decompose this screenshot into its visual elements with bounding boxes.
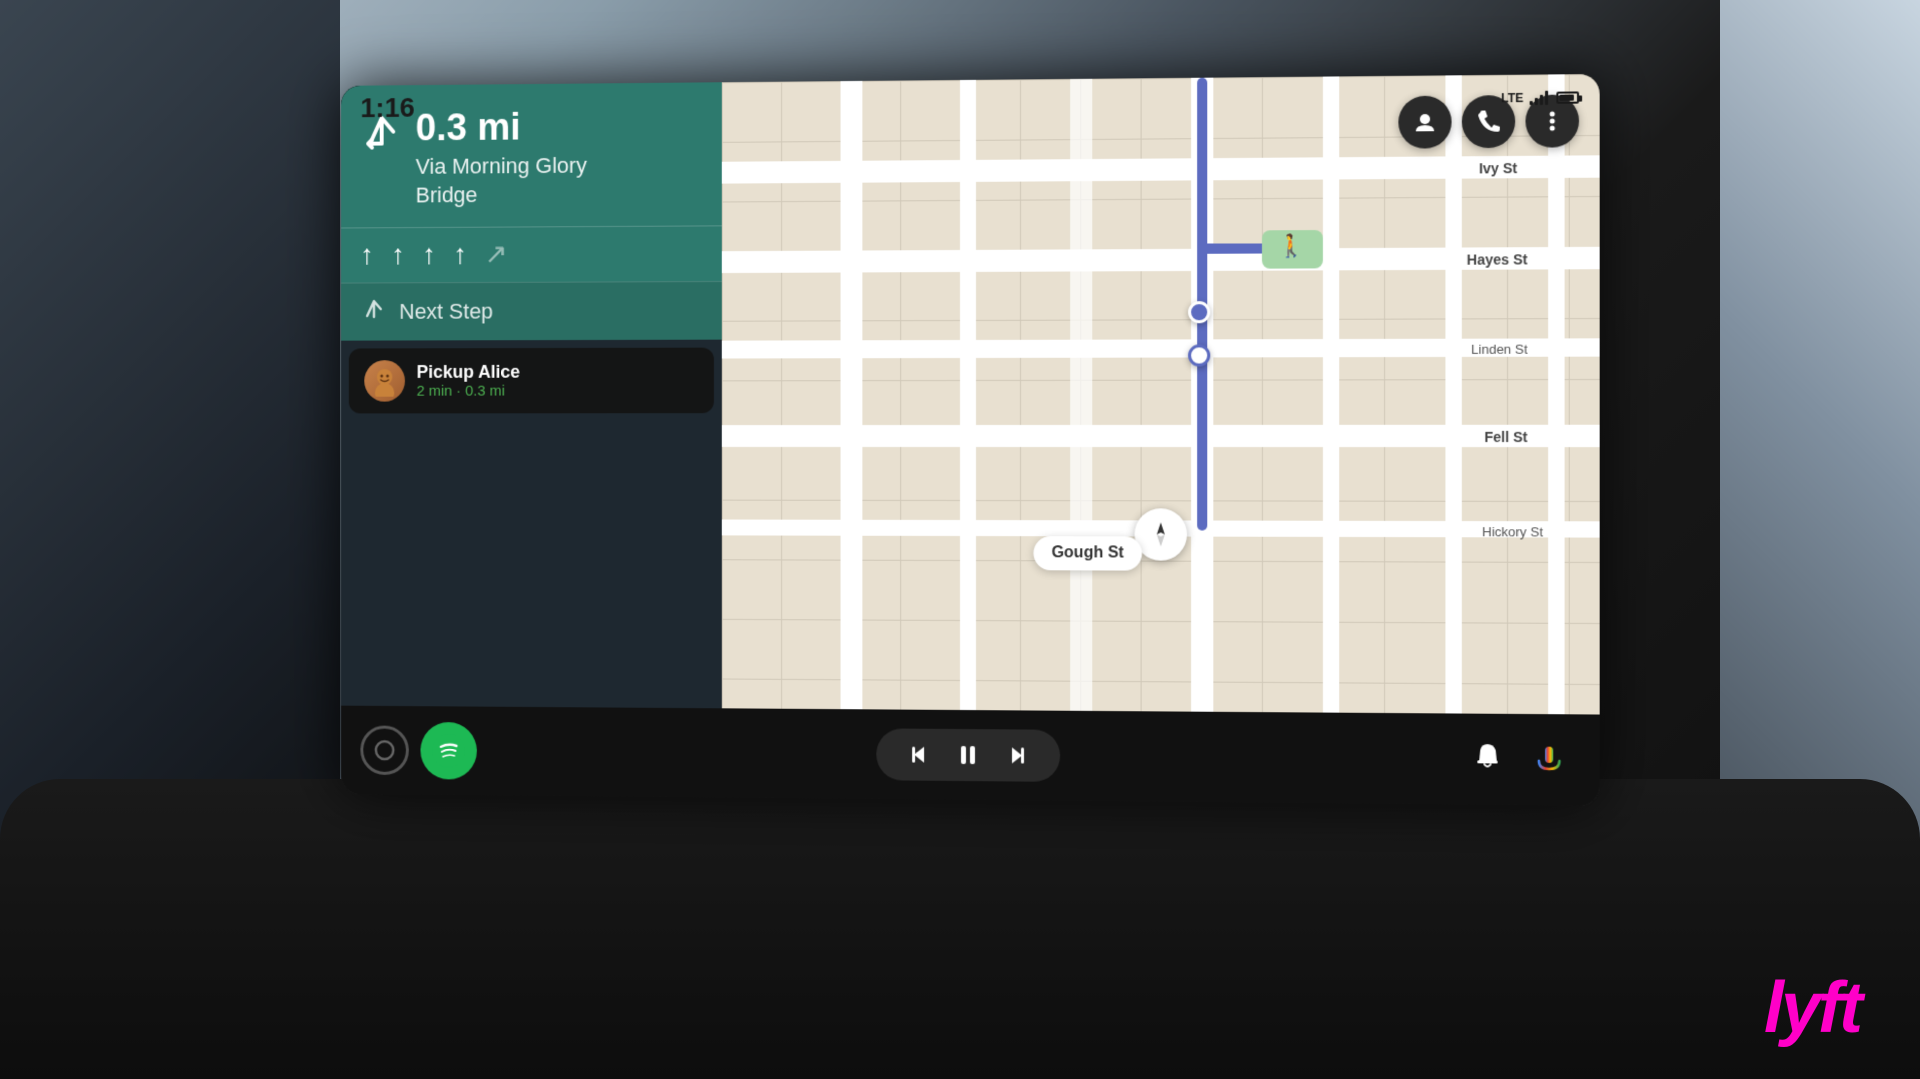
lane-arrow-5: ↗	[485, 238, 508, 271]
street-label-ivy: Ivy St	[1479, 160, 1517, 176]
street-v7	[1548, 74, 1564, 714]
street-v2	[960, 80, 976, 710]
pickup-info: Pickup Alice 2 min · 0.3 mi	[417, 362, 699, 400]
next-step[interactable]: Next Step	[341, 281, 722, 341]
pickup-details: 2 min · 0.3 mi	[417, 383, 699, 400]
media-controls	[477, 725, 1471, 785]
street-label-fell: Fell St	[1484, 429, 1527, 445]
street-label-hickory: Hickory St	[1482, 524, 1543, 539]
street-label-hayes: Hayes St	[1467, 251, 1528, 268]
notification-button[interactable]	[1471, 739, 1504, 779]
main-content: 0.3 mi Via Morning GloryBridge ↑ ↑ ↑ ↑ ↗	[341, 74, 1600, 715]
next-step-text: Next Step	[399, 299, 493, 325]
next-step-arrow-icon	[362, 297, 385, 327]
media-pill	[876, 728, 1060, 782]
pickup-avatar	[364, 360, 405, 401]
lane-arrow-1: ↑	[360, 239, 374, 271]
status-icons: LTE	[1501, 90, 1579, 105]
next-track-button[interactable]	[1001, 741, 1029, 769]
mic-button[interactable]	[1530, 740, 1569, 779]
lane-arrow-2: ↑	[391, 239, 405, 271]
car-background: 1:16 LTE	[0, 0, 1920, 1079]
origin-pin	[1188, 301, 1210, 323]
map-area[interactable]: Ivy St Hayes St Linden St Fell St Hickor…	[722, 74, 1600, 715]
screen-content: 1:16 LTE	[341, 74, 1600, 806]
route-pin	[1188, 344, 1210, 366]
nav-panel: 0.3 mi Via Morning GloryBridge ↑ ↑ ↑ ↑ ↗	[341, 82, 722, 708]
street-v5	[1323, 76, 1339, 712]
lyft-logo: lyft	[1764, 967, 1860, 1049]
lane-arrow-3: ↑	[422, 238, 436, 270]
battery-icon	[1556, 91, 1579, 103]
compass-icon[interactable]	[1135, 508, 1187, 560]
lte-label: LTE	[1501, 90, 1523, 104]
bottom-bar	[341, 706, 1600, 806]
street-v1	[841, 81, 863, 709]
signal-icon	[1530, 90, 1549, 104]
spotify-button[interactable]	[420, 722, 476, 780]
car-screen: 1:16 LTE	[341, 74, 1600, 806]
pause-button[interactable]	[954, 741, 982, 769]
prev-track-button[interactable]	[906, 741, 934, 769]
pickup-name: Pickup Alice	[417, 362, 699, 383]
pickup-bar[interactable]: Pickup Alice 2 min · 0.3 mi	[349, 348, 714, 414]
current-street-bubble: Gough St	[1033, 536, 1142, 570]
status-time: 1:16	[360, 92, 414, 124]
street-v3	[1070, 79, 1092, 711]
right-controls	[1471, 739, 1579, 779]
nav-via: Via Morning GloryBridge	[416, 152, 587, 210]
lane-arrow-4: ↑	[454, 238, 468, 270]
walking-figure-icon: 🚶	[1277, 233, 1305, 259]
car-dashboard	[0, 779, 1920, 1079]
street-v6	[1445, 75, 1461, 713]
home-button[interactable]	[360, 725, 408, 775]
lane-guidance: ↑ ↑ ↑ ↑ ↗	[341, 226, 722, 283]
street-label-linden: Linden St	[1471, 342, 1527, 357]
